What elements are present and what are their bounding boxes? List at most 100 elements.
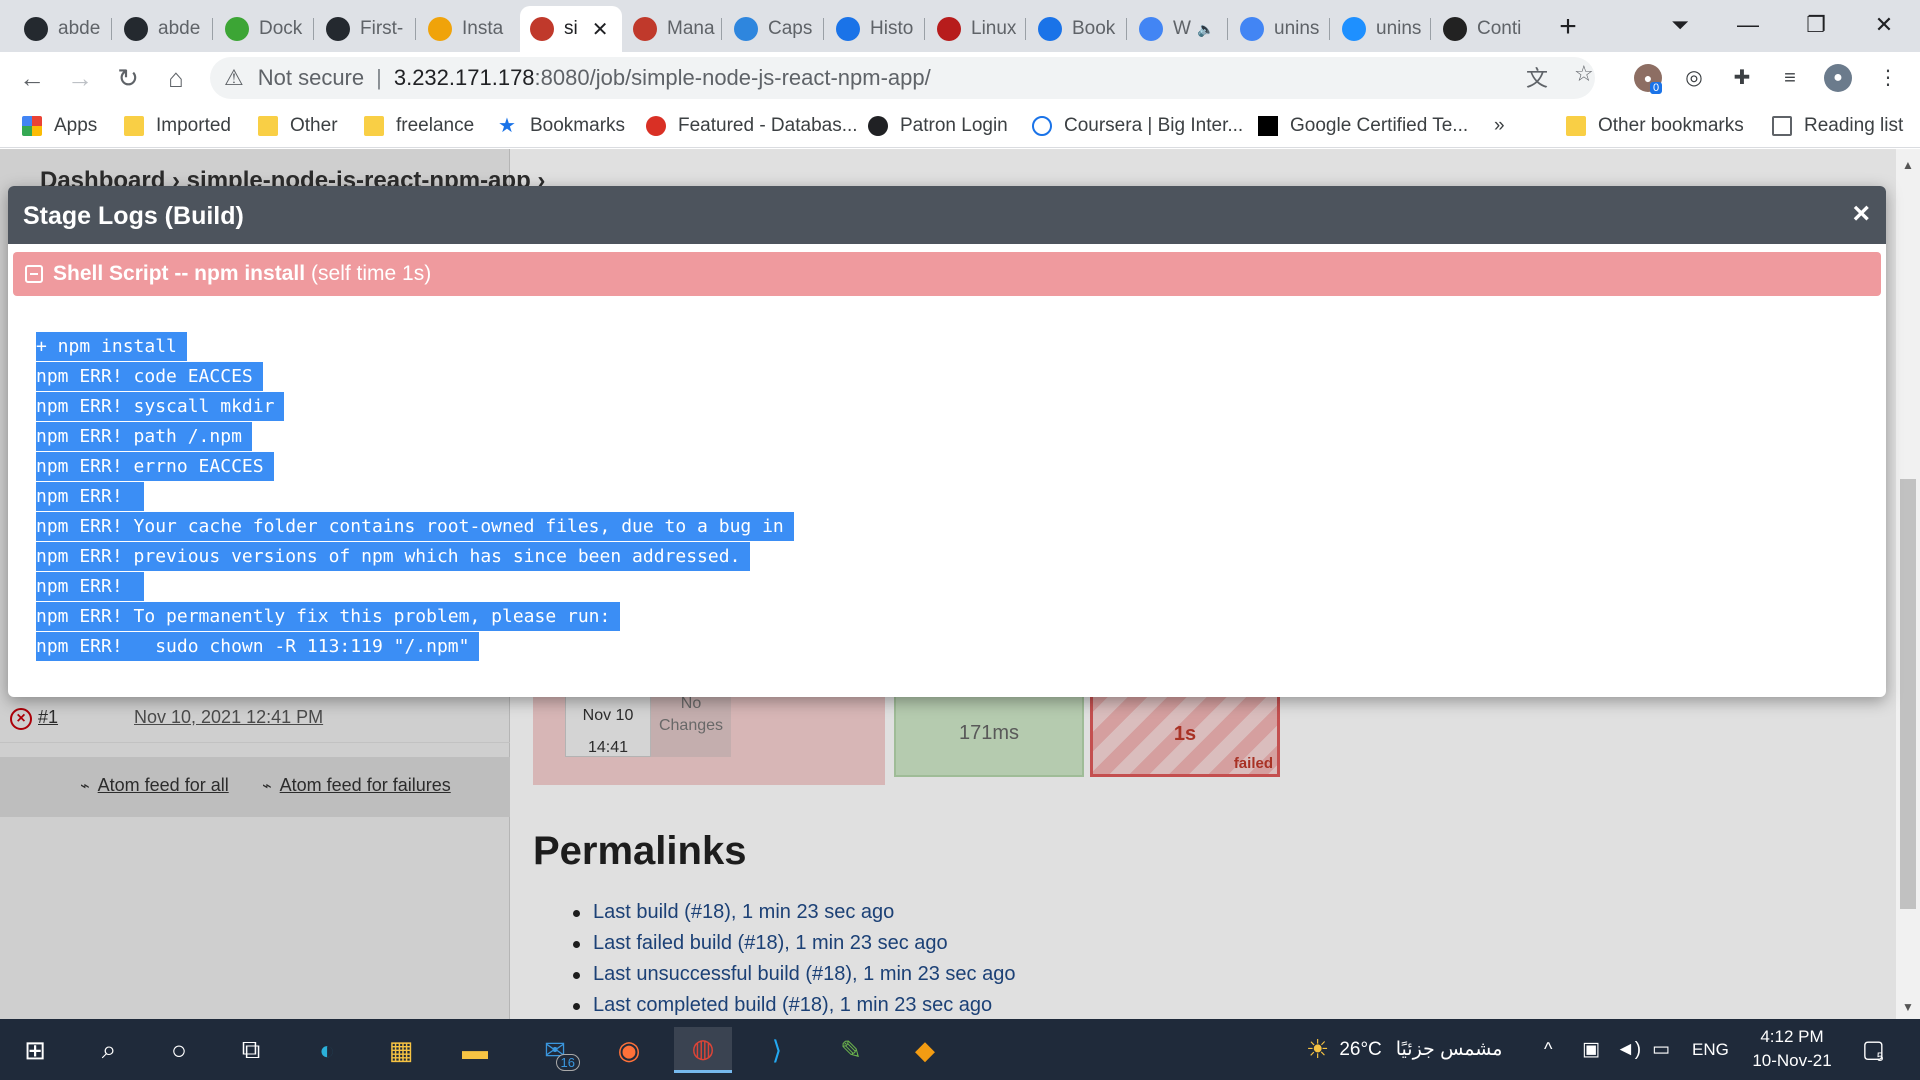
web-icon [1342,17,1366,41]
volume-icon[interactable]: ◄) [1616,1019,1641,1080]
log-line: npm ERR! [36,572,794,602]
bookmark-label: Apps [54,115,98,136]
tab-label: Linux [971,18,1017,39]
browser-tab[interactable]: Insta [418,6,514,52]
udacity-icon [734,17,758,41]
tab-close-icon[interactable]: ✕ [592,17,609,42]
clock-date: 10-Nov-21 [1752,1051,1832,1070]
bookmark-item[interactable]: freelance [364,112,474,140]
tab-label: Mana [667,18,715,39]
security-label[interactable]: Not secure [258,65,364,91]
display-icon[interactable]: ▭ [1652,1019,1670,1080]
audio-icon[interactable]: 🔈 [1197,21,1214,38]
bookmark-star-icon[interactable]: ☆ [1574,61,1594,87]
browser-tab[interactable]: Caps [724,6,820,52]
tab-search-icon[interactable]: ⏷ [1650,6,1710,46]
log-text: npm ERR! [36,482,144,511]
close-icon[interactable]: × [1852,198,1870,230]
file-explorer-icon[interactable]: ▬ [446,1027,504,1073]
browser-tab[interactable]: First- [316,6,412,52]
browser-tab[interactable]: W 🔈 [1129,6,1225,52]
tab-label: Caps [768,18,813,39]
browser-tab[interactable]: Mana [623,6,719,52]
extensions-puzzle-icon[interactable]: ✚ [1728,64,1756,92]
firefox-icon[interactable]: ◉ [600,1027,658,1073]
task-view-icon[interactable]: ⧉ [222,1027,280,1073]
language-indicator[interactable]: ENG [1692,1019,1729,1080]
notifications-button[interactable]: ▢ 5 [1862,1019,1885,1080]
tab-strip: + ⏷ — ❐ ✕ abde abde Dock First- Insta si ✕ Mana… [0,0,1920,52]
bookmark-item[interactable]: Google Certified Te... [1258,112,1468,140]
bookmarks-overflow-button[interactable]: » [1494,112,1505,140]
browser-tab[interactable]: Histo [826,6,922,52]
restore-button[interactable]: ❐ [1786,6,1846,46]
browser-tab[interactable]: Conti [1433,6,1529,52]
browser-tab[interactable]: Dock [215,6,311,52]
scroll-up-icon[interactable]: ▲ [1900,157,1916,173]
dialog-title: Stage Logs (Build) [23,202,244,230]
log-step-header[interactable]: Shell Script -- npm install (self time 1… [13,252,1881,296]
address-bar[interactable]: ⚠ Not secure | 3.232.171.178 :8080/job/s… [210,57,1595,99]
home-icon[interactable]: ⌂ [158,60,194,96]
cortana-icon[interactable]: ○ [150,1027,208,1073]
profile-avatar[interactable]: ● [1824,64,1852,92]
show-hidden-icons[interactable]: ^ [1544,1019,1552,1080]
reload-icon[interactable]: ↻ [110,60,146,96]
collapse-icon[interactable] [25,265,43,283]
bookmark-label: Google Certified Te... [1290,115,1469,136]
console-log[interactable]: + npm install npm ERR! code EACCES npm ERR… [36,332,794,662]
bookmark-item[interactable]: Other [258,112,338,140]
window-close-button[interactable]: ✕ [1854,6,1914,46]
other-bookmarks-folder[interactable]: Other bookmarks [1566,112,1744,140]
tab-label: First- [360,18,404,39]
bookmark-item[interactable]: Imported [124,112,231,140]
log-line: npm ERR! code EACCES [36,362,794,392]
scroll-down-icon[interactable]: ▼ [1900,999,1916,1015]
scrollbar-thumb[interactable] [1900,479,1916,909]
browser-tab[interactable]: Book [1028,6,1124,52]
media-control-icon[interactable]: ≡ [1776,64,1804,92]
weather-icon: ☀ [1306,1034,1330,1064]
git-icon[interactable]: ◆ [896,1027,954,1073]
bookmark-item[interactable]: Apps [22,112,97,140]
bookmark-item[interactable]: Featured - Databas... [646,112,858,140]
edge-icon[interactable]: ◐ [298,1027,356,1073]
weather-widget[interactable]: ☀ 26°C مشمس جزئيًا [1306,1019,1502,1080]
new-tab-button[interactable]: + [1548,8,1588,48]
tab-label: Dock [259,18,303,39]
browser-tab[interactable]: abde [14,6,110,52]
warning-icon[interactable]: ⚠ [224,65,244,91]
store-icon[interactable]: ▦ [372,1027,430,1073]
menu-dots-icon[interactable]: ⋮ [1874,64,1902,92]
forward-icon[interactable]: → [62,60,98,96]
other-bookmarks-label: Other bookmarks [1598,115,1744,136]
tab-separator [212,18,213,40]
network-status-icon[interactable]: ▣ [1582,1019,1600,1080]
browser-tab[interactable]: unins [1230,6,1326,52]
tab-separator [721,18,722,40]
minimize-button[interactable]: — [1718,6,1778,46]
browser-tab[interactable]: unins [1332,6,1428,52]
browser-tab[interactable]: abde [114,6,210,52]
system-clock[interactable]: 4:12 PM 10-Nov-21 [1744,1025,1840,1073]
chrome-icon[interactable]: ◍ [674,1027,732,1073]
bookmark-label: Imported [156,115,231,136]
windows-start-icon[interactable]: ⊞ [6,1027,64,1073]
bookmark-item[interactable]: Patron Login [868,112,1008,140]
sync-extension-icon[interactable]: ◎ [1680,64,1708,92]
vscode-icon[interactable]: ⟩ [748,1027,806,1073]
bookmark-label: Featured - Databas... [678,115,858,136]
reading-list-label: Reading list [1804,115,1904,136]
back-icon[interactable]: ← [14,60,50,96]
bookmark-item[interactable]: ★ Bookmarks [498,112,625,140]
translate-icon[interactable]: 文 [1526,61,1548,93]
reading-list-button[interactable]: Reading list [1772,112,1903,140]
search-icon[interactable]: ⌕ [80,1027,138,1073]
browser-tab[interactable]: si ✕ [520,6,622,52]
log-line: npm ERR! To permanently fix this problem… [36,602,794,632]
browser-tab[interactable]: Linux [927,6,1023,52]
mail-icon[interactable]: ✉ 16 [526,1027,584,1073]
log-text: npm ERR! [36,572,144,601]
bookmark-item[interactable]: Coursera | Big Inter... [1032,112,1243,140]
notepad-icon[interactable]: ✎ [822,1027,880,1073]
